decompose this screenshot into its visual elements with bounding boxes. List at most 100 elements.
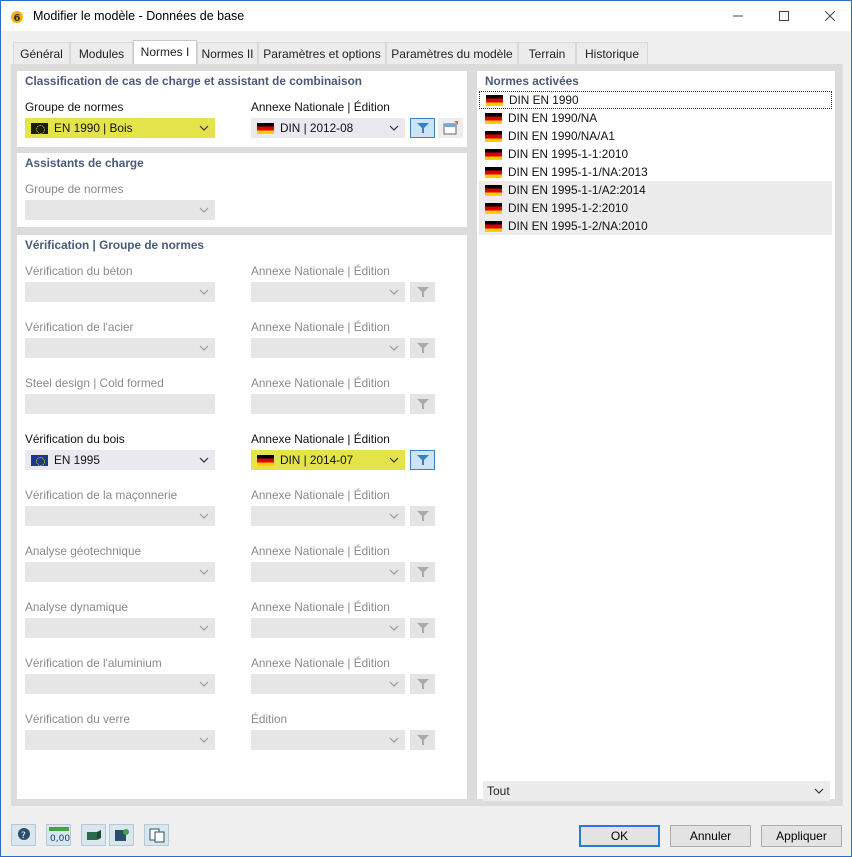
- aluminium-filter-button[interactable]: [410, 674, 435, 694]
- concrete-annex-combo[interactable]: [251, 282, 405, 302]
- tab-modules[interactable]: Modules: [70, 42, 133, 64]
- close-button[interactable]: [807, 1, 852, 31]
- window-title: Modifier le modèle - Données de base: [33, 9, 245, 23]
- steel-annex-combo[interactable]: [251, 338, 405, 358]
- filter-icon: [416, 343, 429, 353]
- filter-button[interactable]: [410, 118, 435, 138]
- apply-button[interactable]: Appliquer: [761, 825, 842, 847]
- units-text: 0,00: [50, 834, 70, 844]
- germany-flag-icon: [485, 112, 502, 124]
- steel-label: Vérification de l'acier: [25, 320, 134, 334]
- norm-item-text: DIN EN 1990: [509, 93, 579, 107]
- dialog-window: 6 Modifier le modèle - Données de base G…: [0, 0, 852, 857]
- eu-flag-icon: [31, 454, 48, 466]
- norm-list-item[interactable]: DIN EN 1995-1-2:2010: [479, 199, 832, 217]
- timber-combo[interactable]: EN 1995: [25, 450, 215, 470]
- germany-flag-icon: [485, 148, 502, 160]
- norm-item-text: DIN EN 1995-1-1:2010: [508, 147, 629, 161]
- chevron-down-icon: [199, 289, 209, 295]
- dynamic-combo[interactable]: [25, 618, 215, 638]
- norm-item-text: DIN EN 1990/NA: [508, 111, 598, 125]
- maximize-button[interactable]: [761, 1, 807, 31]
- cold-formed-filter-button[interactable]: [410, 394, 435, 414]
- tab-history[interactable]: Historique: [576, 42, 648, 64]
- annex-combo[interactable]: DIN | 2012-08: [251, 118, 405, 138]
- units-icon: 0,00: [48, 827, 70, 844]
- model-info-button[interactable]: [81, 824, 106, 846]
- chevron-down-icon: [199, 125, 209, 131]
- annex-value: DIN | 2012-08: [280, 121, 354, 135]
- germany-flag-icon: [485, 220, 502, 232]
- glass-combo[interactable]: [25, 730, 215, 750]
- norm-list-item[interactable]: DIN EN 1995-1-1:2010: [479, 145, 832, 163]
- tab-normes-2[interactable]: Normes II: [197, 42, 258, 64]
- norm-list-item[interactable]: DIN EN 1995-1-1/A2:2014: [479, 181, 832, 199]
- dynamic-filter-button[interactable]: [410, 618, 435, 638]
- chevron-down-icon: [389, 457, 399, 463]
- norm-item-text: DIN EN 1990/NA/A1: [508, 129, 615, 143]
- svg-text:6: 6: [14, 13, 21, 24]
- norm-list-item[interactable]: DIN EN 1995-1-2/NA:2010: [479, 217, 832, 235]
- masonry-annex-combo[interactable]: [251, 506, 405, 526]
- timber-annex-label: Annexe Nationale | Édition: [251, 432, 390, 446]
- units-button[interactable]: 0,00: [46, 824, 71, 846]
- norm-group-combo[interactable]: EN 1990 | Bois: [25, 118, 215, 138]
- timber-filter-button[interactable]: [410, 450, 435, 470]
- tab-model-parameters[interactable]: Paramètres du modèle: [386, 42, 518, 64]
- edit-norm-button[interactable]: [438, 118, 463, 138]
- steel-combo[interactable]: [25, 338, 215, 358]
- tab-parameters-options[interactable]: Paramètres et options: [258, 42, 386, 64]
- masonry-combo[interactable]: [25, 506, 215, 526]
- chevron-down-icon: [389, 625, 399, 631]
- aluminium-combo[interactable]: [25, 674, 215, 694]
- timber-annex-combo[interactable]: DIN | 2014-07: [251, 450, 405, 470]
- minimize-button[interactable]: [715, 1, 761, 31]
- cancel-button[interactable]: Annuler: [670, 825, 751, 847]
- norm-list-item[interactable]: DIN EN 1990: [479, 91, 832, 109]
- aluminium-label: Vérification de l'aluminium: [25, 656, 162, 670]
- minimize-icon: [733, 15, 743, 17]
- copy-button[interactable]: [144, 824, 169, 846]
- ok-button[interactable]: OK: [579, 825, 660, 847]
- cold-formed-label: Steel design | Cold formed: [25, 376, 164, 390]
- norms-filter-combo[interactable]: Tout: [483, 781, 830, 801]
- help-button[interactable]: ?: [11, 824, 36, 846]
- masonry-annex-label: Annexe Nationale | Édition: [251, 488, 390, 502]
- norm-list-item[interactable]: DIN EN 1990/NA: [479, 109, 832, 127]
- norm-item-text: DIN EN 1995-1-1/A2:2014: [508, 183, 646, 197]
- chevron-down-icon: [389, 513, 399, 519]
- tab-general[interactable]: Général: [13, 42, 70, 64]
- norm-list-item[interactable]: DIN EN 1995-1-1/NA:2013: [479, 163, 832, 181]
- geotechnical-filter-button[interactable]: [410, 562, 435, 582]
- chevron-down-icon: [199, 681, 209, 687]
- masonry-filter-button[interactable]: [410, 506, 435, 526]
- filter-icon: [416, 567, 429, 577]
- cold-formed-combo[interactable]: [25, 394, 215, 414]
- chevron-down-icon: [199, 457, 209, 463]
- norm-item-text: DIN EN 1995-1-2:2010: [508, 201, 629, 215]
- geotechnical-annex-combo[interactable]: [251, 562, 405, 582]
- steel-filter-button[interactable]: [410, 338, 435, 358]
- germany-flag-icon: [485, 184, 502, 196]
- dynamic-annex-label: Annexe Nationale | Édition: [251, 600, 390, 614]
- classification-title: Classification de cas de charge et assis…: [25, 74, 362, 88]
- glass-annex-label: Édition: [251, 712, 288, 726]
- aluminium-annex-combo[interactable]: [251, 674, 405, 694]
- load-wizards-group-combo[interactable]: [25, 200, 215, 220]
- tab-normes-1[interactable]: Normes I: [133, 40, 197, 65]
- geotechnical-label: Analyse géotechnique: [25, 544, 142, 558]
- tab-content: Classification de cas de charge et assis…: [11, 64, 843, 806]
- glass-filter-button[interactable]: [410, 730, 435, 750]
- model-settings-button[interactable]: [109, 824, 134, 846]
- concrete-combo[interactable]: [25, 282, 215, 302]
- glass-annex-combo[interactable]: [251, 730, 405, 750]
- geotechnical-combo[interactable]: [25, 562, 215, 582]
- chevron-down-icon: [389, 681, 399, 687]
- masonry-label: Vérification de la maçonnerie: [25, 488, 178, 502]
- load-wizards-group-label: Groupe de normes: [25, 182, 124, 196]
- tab-terrain[interactable]: Terrain: [518, 42, 576, 64]
- norm-list-item[interactable]: DIN EN 1990/NA/A1: [479, 127, 832, 145]
- cold-formed-annex-combo[interactable]: [251, 394, 405, 414]
- dynamic-annex-combo[interactable]: [251, 618, 405, 638]
- concrete-filter-button[interactable]: [410, 282, 435, 302]
